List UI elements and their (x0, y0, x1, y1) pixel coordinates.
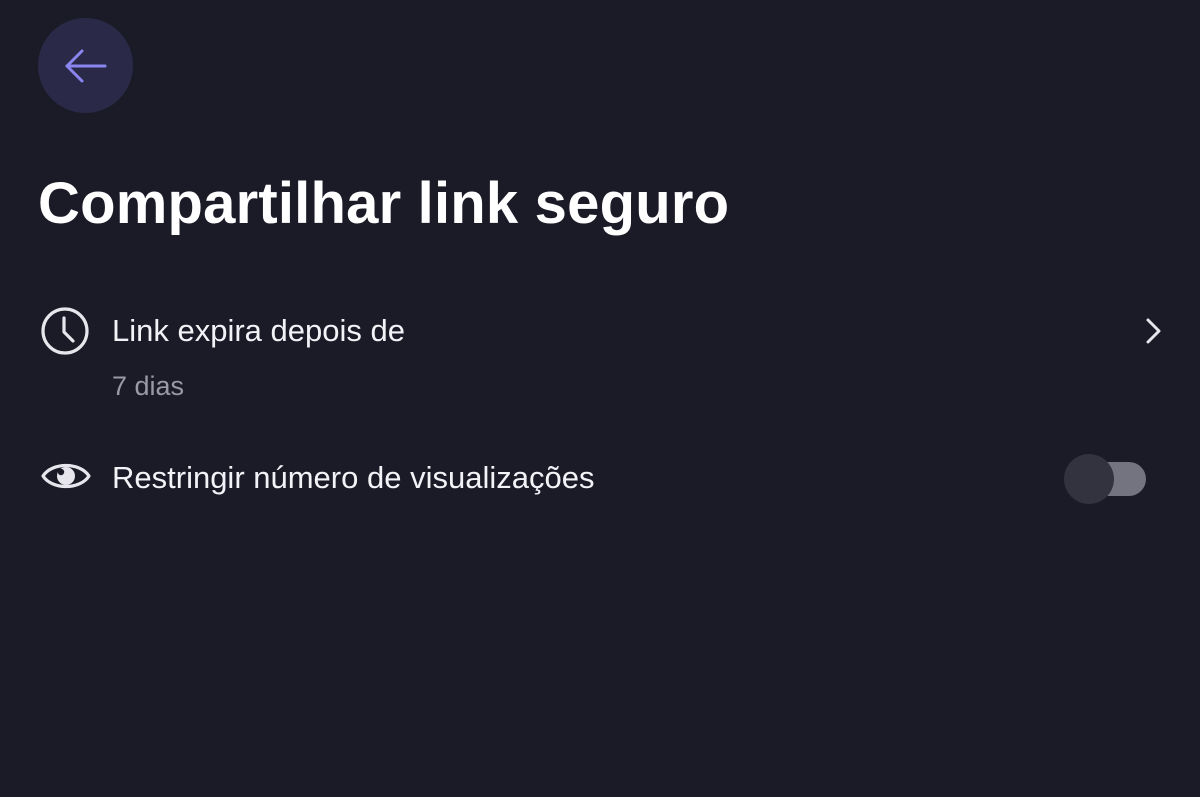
restrict-views-toggle[interactable] (1064, 454, 1148, 504)
page-title: Compartilhar link seguro (38, 171, 730, 236)
share-secure-link-screen: Compartilhar link seguro Link expira dep… (0, 0, 1200, 797)
clock-icon (41, 307, 89, 355)
link-expiry-value: 7 dias (112, 371, 185, 401)
toggle-thumb (1064, 454, 1114, 504)
arrow-left-icon (65, 49, 106, 82)
restrict-views-setting: Restringir número de visualizações (0, 440, 1200, 520)
chevron-right-icon (1146, 318, 1161, 344)
eye-icon (41, 463, 91, 489)
back-button[interactable] (38, 18, 133, 113)
link-expiry-setting[interactable]: Link expira depois de 7 dias (0, 296, 1200, 416)
link-expiry-label: Link expira depois de (112, 313, 405, 348)
restrict-views-label: Restringir número de visualizações (112, 460, 595, 495)
